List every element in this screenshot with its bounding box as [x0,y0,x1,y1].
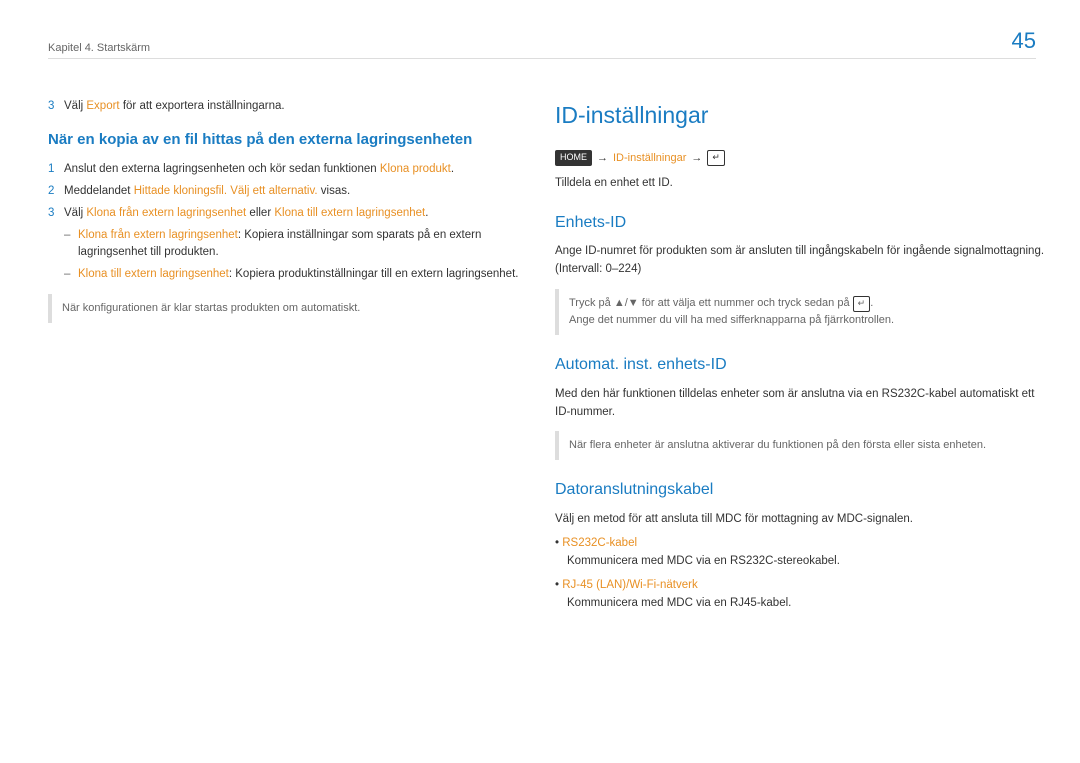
arrow-icon: → [597,150,608,167]
enhets-id-heading: Enhets-ID [555,211,1045,236]
option-list: • RS232C-kabel Kommunicera med MDC via e… [555,535,1045,612]
arrow-icon: → [691,150,702,167]
page-number: 45 [1012,28,1036,54]
text: eller [249,207,271,219]
id-settings-label: ID-inställningar [613,150,686,167]
dash-icon: – [64,227,78,263]
text: Välj en metod för att ansluta till MDC f… [555,511,1045,529]
step-3: 3 Välj Klona från extern lagringsenhet e… [48,205,528,223]
step-1: 1 Anslut den externa lagringsenheten och… [48,161,528,179]
text: Anslut den externa lagringsenheten och k… [64,163,377,175]
text: Välj [64,207,83,219]
text: . [870,297,873,309]
clone-from-label: Klona från extern lagringsenhet [78,229,238,241]
auto-set-heading: Automat. inst. enhets-ID [555,353,1045,378]
breadcrumb: HOME → ID-inställningar → ↵ [555,150,1045,167]
clone-to-label: Klona till extern lagringsenhet [78,268,229,280]
step-number: 3 [48,98,64,116]
chapter-label: Kapitel 4. Startskärm [48,42,150,54]
note-box: Tryck på ▲/▼ för att välja ett nummer oc… [555,289,1045,335]
text: Ange det nummer du vill ha med sifferkna… [569,312,1035,329]
rj45-label: RJ-45 (LAN)/Wi-Fi-nätverk [562,579,697,591]
step-3-export: 3 Välj Export för att exportera inställn… [48,98,528,116]
subsection-heading: När en kopia av en fil hittas på den ext… [48,128,528,151]
text: . [425,207,428,219]
home-badge: HOME [555,150,592,166]
enter-icon: ↵ [707,150,725,166]
enter-icon: ↵ [853,296,871,312]
step-number: 1 [48,161,64,179]
option-rs232c: • RS232C-kabel Kommunicera med MDC via e… [555,535,1045,571]
text: Välj [64,100,83,112]
export-label: Export [86,100,119,112]
option-rj45: • RJ-45 (LAN)/Wi-Fi-nätverk Kommunicera … [555,577,1045,613]
dash-icon: – [64,266,78,284]
step-2: 2 Meddelandet Hittade kloningsfil. Välj … [48,183,528,201]
pc-cable-heading: Datoranslutningskabel [555,478,1045,503]
text: Tryck på ▲/▼ för att välja ett nummer oc… [569,297,850,309]
message-label: Hittade kloningsfil. Välj ett alternativ… [134,185,318,197]
step-number: 2 [48,183,64,201]
clone-product-label: Klona produkt [380,163,451,175]
left-column: 3 Välj Export för att exportera inställn… [48,98,528,323]
text: Kommunicera med MDC via en RS232C-stereo… [567,553,840,571]
bullet-clone-to: – Klona till extern lagringsenhet: Kopie… [64,266,528,284]
text: visas. [321,185,350,197]
bullet-clone-from: – Klona från extern lagringsenhet: Kopie… [64,227,528,263]
main-heading: ID-inställningar [555,98,1045,134]
text: för att exportera inställningarna. [123,100,285,112]
text: : Kopiera produktinställningar till en e… [229,268,519,280]
note-box: När flera enheter är anslutna aktiverar … [555,431,1045,460]
text: Med den här funktionen tilldelas enheter… [555,386,1045,422]
rs232c-label: RS232C-kabel [562,537,637,549]
right-column: ID-inställningar HOME → ID-inställningar… [555,98,1045,618]
assign-text: Tilldela en enhet ett ID. [555,175,1045,193]
text: . [451,163,454,175]
step-number: 3 [48,205,64,223]
note-box: När konfigurationen är klar startas prod… [48,294,528,323]
text: Kommunicera med MDC via en RJ45-kabel. [567,595,791,613]
divider [48,58,1036,59]
text: Ange ID-numret för produkten som är ansl… [555,243,1045,279]
clone-to-label: Klona till extern lagringsenhet [274,207,425,219]
text: Meddelandet [64,185,131,197]
clone-from-label: Klona från extern lagringsenhet [86,207,246,219]
